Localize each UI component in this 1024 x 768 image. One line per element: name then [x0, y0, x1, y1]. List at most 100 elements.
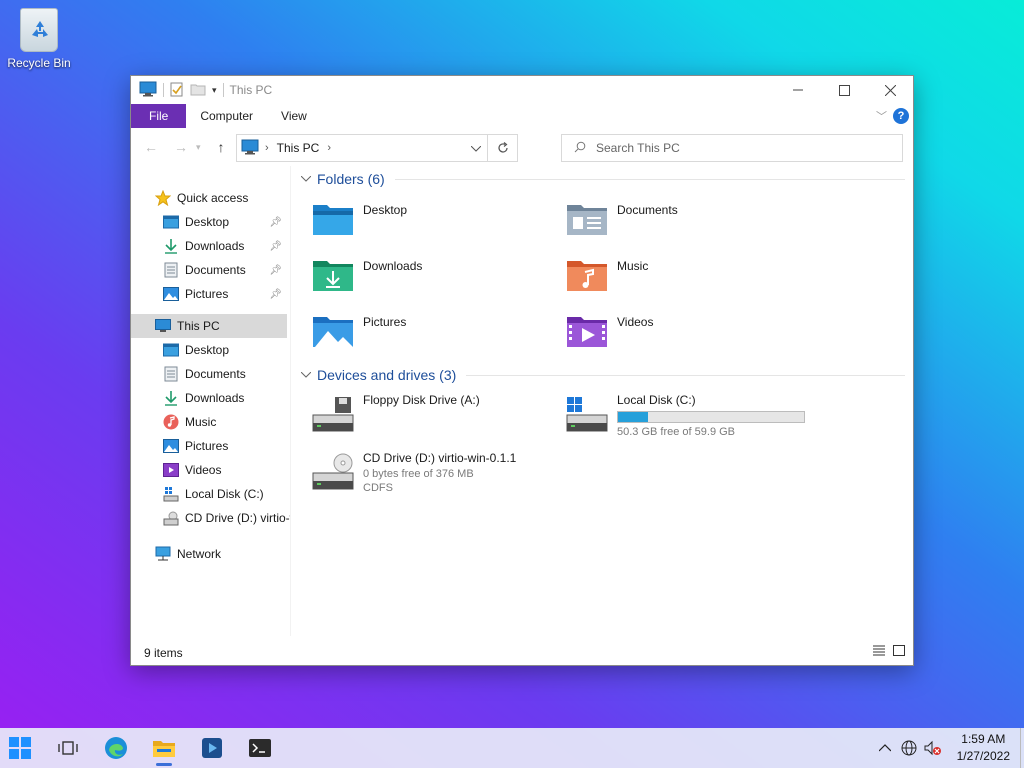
back-button[interactable]: ← [136, 139, 166, 155]
tab-view[interactable]: View [267, 104, 321, 128]
nav-pc-cd-drive[interactable]: CD Drive (D:) virtio-win-0.1.1 [131, 506, 290, 530]
folder-desktop[interactable]: Desktop [297, 193, 551, 249]
nav-quick-downloads[interactable]: Downloads 📌︎ [131, 234, 290, 258]
address-bar[interactable]: › This PC › [236, 134, 518, 162]
start-button[interactable] [0, 728, 44, 768]
music-folder-icon [567, 261, 607, 291]
document-icon [163, 366, 179, 382]
address-dropdown-icon[interactable] [470, 141, 482, 155]
search-box[interactable] [561, 134, 903, 162]
folder-videos[interactable]: Videos [551, 305, 805, 361]
large-icons-view-icon[interactable] [893, 645, 905, 659]
system-tray: 1:59 AM 1/27/2022 [873, 728, 1024, 768]
nav-pc-music[interactable]: Music [131, 410, 290, 434]
nav-pc-videos[interactable]: Videos [131, 458, 290, 482]
group-title: Devices and drives (3) [317, 367, 457, 383]
tab-computer[interactable]: Computer [186, 104, 267, 128]
minimize-button[interactable] [775, 76, 821, 104]
nav-label: This PC [177, 319, 220, 333]
status-bar: 9 items [131, 641, 913, 665]
nav-pc-documents[interactable]: Documents [131, 362, 290, 386]
search-input[interactable] [596, 141, 876, 155]
refresh-button[interactable] [487, 135, 517, 161]
drive-free-space: 0 bytes free of 376 MB [363, 468, 474, 480]
pin-icon[interactable]: 📌︎ [269, 241, 282, 252]
show-hidden-icons-icon[interactable] [873, 744, 897, 752]
nav-pc-pictures[interactable]: Pictures [131, 434, 290, 458]
edge-browser-icon [105, 737, 127, 759]
up-button[interactable]: ↑ [206, 139, 236, 155]
collapse-icon[interactable] [300, 174, 312, 185]
nav-label: Documents [185, 263, 246, 277]
new-folder-icon[interactable] [190, 82, 206, 99]
folder-pictures[interactable]: Pictures [297, 305, 551, 361]
nav-quick-access[interactable]: Quick access [131, 186, 290, 210]
recent-locations-icon[interactable]: ▾ [196, 142, 206, 153]
nav-quick-desktop[interactable]: Desktop 📌︎ [131, 210, 290, 234]
pin-icon[interactable]: 📌︎ [269, 289, 282, 300]
show-desktop-button[interactable] [1020, 728, 1024, 768]
forward-button[interactable]: → [166, 139, 196, 155]
breadcrumb-separator[interactable]: › [327, 142, 331, 154]
network-globe-icon[interactable] [897, 740, 921, 756]
pin-icon[interactable]: 📌︎ [269, 265, 282, 276]
folders-grid: Desktop Documents Downloads Music Pictur… [297, 193, 913, 361]
nav-network[interactable]: Network [131, 542, 290, 566]
task-view-button[interactable] [44, 728, 92, 768]
recycle-bin-shortcut[interactable]: Recycle Bin [4, 8, 74, 70]
window-title: This PC [229, 83, 273, 97]
taskbar-file-explorer[interactable] [140, 728, 188, 768]
expand-ribbon-icon[interactable]: ﹀ [876, 108, 887, 124]
taskbar-media[interactable] [188, 728, 236, 768]
drive-cd[interactable]: CD Drive (D:) virtio-win-0.1.1 0 bytes f… [297, 447, 551, 505]
close-button[interactable] [867, 76, 913, 104]
nav-label: Videos [185, 463, 222, 477]
properties-icon[interactable] [170, 81, 184, 100]
nav-label: Desktop [185, 343, 230, 357]
drives-group-header[interactable]: Devices and drives (3) [297, 361, 913, 389]
clock[interactable]: 1:59 AM 1/27/2022 [945, 731, 1020, 765]
videos-icon [163, 462, 179, 478]
folder-music[interactable]: Music [551, 249, 805, 305]
drive-local-disk[interactable]: Local Disk (C:) 50.3 GB free of 59.9 GB [551, 389, 805, 447]
customize-toolbar-icon[interactable]: ▾ [212, 85, 217, 96]
drive-floppy[interactable]: Floppy Disk Drive (A:) [297, 389, 551, 447]
nav-pc-downloads[interactable]: Downloads [131, 386, 290, 410]
folder-name: Pictures [363, 315, 407, 329]
network-icon [155, 546, 171, 562]
search-icon [574, 141, 586, 156]
help-icon[interactable]: ? [893, 108, 909, 124]
breadcrumb-this-pc[interactable]: This PC [277, 141, 320, 155]
folders-group-header[interactable]: Folders (6) [297, 165, 913, 193]
desktop-folder-icon [313, 205, 353, 235]
tab-file[interactable]: File [131, 104, 187, 128]
local-disk-icon [566, 397, 608, 432]
terminal-icon [249, 739, 271, 757]
music-icon [163, 414, 179, 430]
file-explorer-icon [153, 741, 175, 757]
pictures-icon [163, 438, 179, 454]
divider [466, 374, 905, 376]
local-disk-icon [163, 486, 179, 502]
navigation-bar: ← → ▾ ↑ › This PC › [131, 128, 913, 166]
volume-muted-icon[interactable] [921, 740, 945, 756]
pin-icon[interactable]: 📌︎ [269, 217, 282, 228]
nav-quick-documents[interactable]: Documents 📌︎ [131, 258, 290, 282]
details-view-icon[interactable] [873, 645, 885, 659]
cd-drive-icon [163, 510, 179, 526]
nav-quick-pictures[interactable]: Pictures 📌︎ [131, 282, 290, 306]
collapse-icon[interactable] [300, 370, 312, 381]
maximize-button[interactable] [821, 76, 867, 104]
folder-name: Downloads [363, 259, 423, 273]
nav-pc-local-disk[interactable]: Local Disk (C:) [131, 482, 290, 506]
nav-this-pc[interactable]: This PC [131, 314, 287, 338]
breadcrumb-separator[interactable]: › [265, 142, 269, 154]
folder-documents[interactable]: Documents [551, 193, 805, 249]
nav-label: Documents [185, 367, 246, 381]
taskbar-terminal[interactable] [236, 728, 284, 768]
nav-label: Quick access [177, 191, 249, 205]
download-icon [163, 390, 179, 406]
nav-pc-desktop[interactable]: Desktop [131, 338, 290, 362]
folder-downloads[interactable]: Downloads [297, 249, 551, 305]
taskbar-edge[interactable] [92, 728, 140, 768]
